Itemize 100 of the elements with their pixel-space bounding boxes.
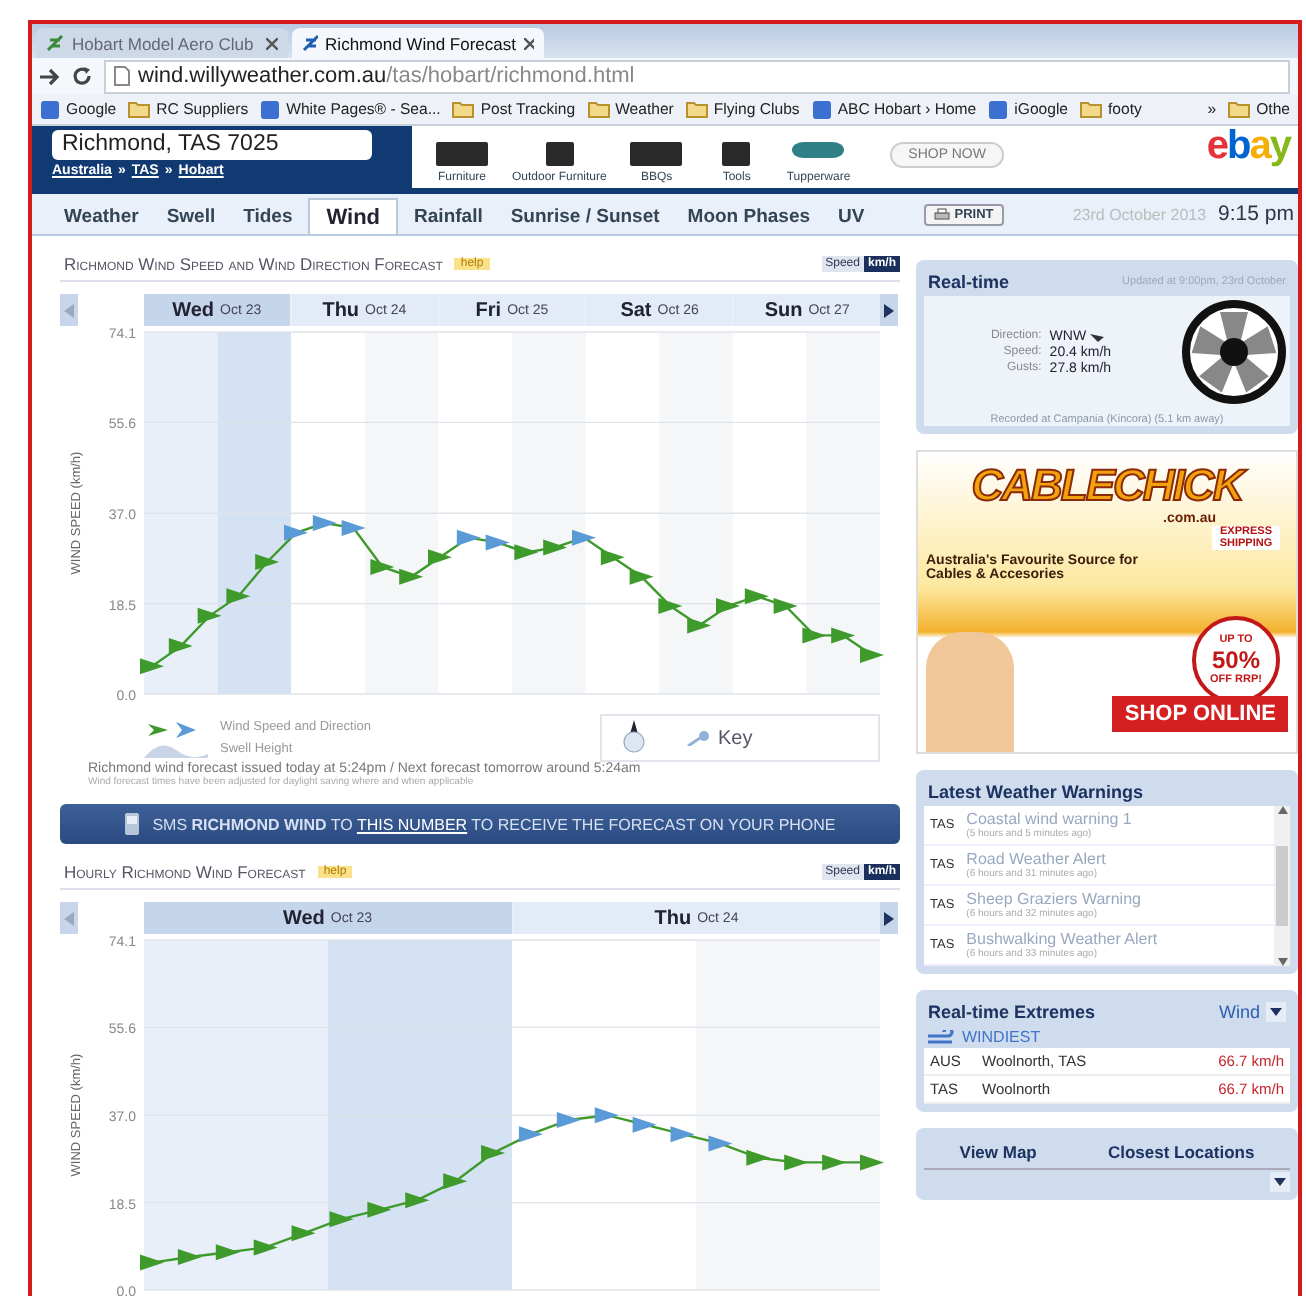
wind-arrow bbox=[632, 1116, 657, 1133]
ad-brand: CABLECHICK bbox=[969, 460, 1249, 512]
ebay-logo: ebay bbox=[1206, 126, 1290, 166]
wind-arrow bbox=[670, 1126, 695, 1143]
wind-arrow bbox=[831, 627, 856, 644]
nav-tab[interactable]: UV bbox=[826, 200, 877, 234]
site-icon bbox=[260, 99, 281, 119]
key-button[interactable]: Key bbox=[686, 727, 753, 749]
location-tab[interactable]: View Map bbox=[959, 1142, 1037, 1162]
nav-tab[interactable]: Rainfall bbox=[402, 200, 495, 234]
wind-arrow bbox=[514, 544, 539, 561]
wind-arrow bbox=[744, 588, 769, 605]
wind-arrow bbox=[716, 598, 740, 615]
sms-number-link[interactable]: THIS NUMBER bbox=[356, 815, 468, 833]
wind-arrow bbox=[773, 598, 798, 615]
favicon-icon bbox=[46, 34, 64, 52]
direction-arrow-icon bbox=[1090, 331, 1105, 341]
wind-arrow bbox=[456, 529, 481, 546]
wind-arrow bbox=[746, 1149, 771, 1166]
dropdown-button[interactable] bbox=[1266, 1002, 1286, 1022]
sms-message: SMS RICHMOND WIND TO THIS NUMBER TO RECEIVE THE FORECAST ON YOUR PHONE bbox=[152, 815, 836, 833]
site-icon bbox=[988, 99, 1009, 119]
wind-arrow bbox=[658, 598, 683, 615]
wind-dial-drawing bbox=[1178, 296, 1290, 408]
page-icon bbox=[114, 66, 130, 86]
nav-tab[interactable]: Sunrise / Sunset bbox=[498, 200, 672, 234]
right-arrow-icon bbox=[884, 303, 894, 317]
category-select[interactable]: Wind bbox=[1218, 1002, 1260, 1022]
panel-title: Real-time bbox=[928, 272, 1010, 292]
wind-arrow bbox=[140, 1254, 164, 1271]
reload-icon[interactable] bbox=[72, 66, 92, 86]
printer-icon bbox=[934, 207, 951, 221]
legend-symbols-drawing bbox=[144, 718, 208, 758]
scrollbar[interactable] bbox=[1274, 806, 1290, 966]
time-label: 9:15 pm bbox=[1216, 202, 1296, 226]
scroll-up-icon[interactable] bbox=[1277, 806, 1287, 814]
wind-arrow bbox=[687, 617, 712, 634]
shop-online-button[interactable]: SHOP ONLINE bbox=[1112, 696, 1288, 732]
wind-arrow bbox=[860, 1154, 884, 1171]
wind-arrow bbox=[481, 1145, 506, 1161]
wind-arrow bbox=[485, 534, 510, 551]
folder-icon bbox=[685, 100, 708, 118]
wind-arrow bbox=[367, 1201, 392, 1218]
wind-arrow bbox=[405, 1192, 430, 1209]
folder-icon bbox=[587, 100, 610, 118]
wind-arrow bbox=[168, 638, 193, 655]
wind-arrow bbox=[370, 559, 395, 575]
close-icon[interactable] bbox=[523, 37, 534, 49]
dropdown-button[interactable] bbox=[1270, 1171, 1290, 1191]
date-label: 23rd October 2013 bbox=[1072, 205, 1207, 223]
compass-icon bbox=[618, 720, 650, 756]
product-image bbox=[626, 142, 687, 170]
browser-tab[interactable]: Hobart Model Aero Club bbox=[36, 28, 288, 58]
wind-arrow bbox=[255, 554, 280, 571]
wind-arrow bbox=[518, 1126, 543, 1143]
nav-tab[interactable]: Wind bbox=[308, 198, 399, 234]
wind-arrow bbox=[594, 1107, 619, 1124]
category-label: WINDIEST bbox=[962, 1028, 1041, 1046]
wind-arrow bbox=[556, 1111, 581, 1128]
forward-arrow-icon[interactable] bbox=[40, 67, 60, 85]
next-button[interactable] bbox=[880, 294, 898, 326]
left-arrow-icon bbox=[64, 303, 74, 317]
location-tab[interactable]: Closest Locations bbox=[1107, 1142, 1255, 1162]
wind-arrow bbox=[802, 627, 827, 644]
site-icon bbox=[811, 99, 832, 119]
wind-arrow bbox=[226, 588, 251, 605]
wind-arrow bbox=[708, 1135, 733, 1152]
site-icon bbox=[40, 99, 60, 119]
wind-arrow bbox=[860, 646, 884, 663]
wind-arrow bbox=[399, 568, 424, 585]
folder-icon bbox=[1228, 100, 1251, 118]
wind-icon bbox=[928, 1029, 956, 1045]
nav-tab[interactable]: Tides bbox=[231, 200, 305, 234]
wind-arrow bbox=[341, 519, 366, 536]
location-field[interactable]: Richmond, TAS 7025 bbox=[52, 130, 372, 160]
folder-icon bbox=[452, 100, 475, 118]
wind-arrow bbox=[784, 1154, 809, 1171]
chart-title: Richmond Wind Speed and Wind Direction Forecast bbox=[64, 254, 443, 274]
wind-arrow bbox=[572, 529, 596, 546]
caret-icon bbox=[1274, 1177, 1286, 1185]
nav-tab[interactable]: Swell bbox=[154, 200, 228, 234]
wind-arrow bbox=[291, 1225, 316, 1242]
nav-tab[interactable]: Weather bbox=[52, 200, 151, 234]
wind-arrow bbox=[629, 568, 654, 585]
folder-icon bbox=[1080, 100, 1103, 118]
address-bar[interactable]: wind.willyweather.com.au/tas/hobart/richmond.html bbox=[104, 59, 1290, 93]
wind-arrow bbox=[543, 539, 568, 556]
browser-tab[interactable]: Richmond Wind Forecast bbox=[292, 28, 544, 58]
wind-arrow bbox=[140, 658, 164, 675]
nav-tab[interactable]: Moon Phases bbox=[675, 200, 823, 234]
phone-icon bbox=[124, 812, 141, 836]
cartoon-placeholder bbox=[926, 632, 1014, 752]
wind-arrow bbox=[428, 549, 452, 566]
wind-arrow bbox=[197, 607, 222, 624]
next-button[interactable] bbox=[880, 902, 898, 934]
chart-title: Hourly Richmond Wind Forecast bbox=[64, 862, 306, 882]
product-image bbox=[432, 142, 492, 170]
scroll-down-icon[interactable] bbox=[1277, 958, 1287, 966]
close-icon[interactable] bbox=[266, 37, 278, 49]
wind-arrow bbox=[284, 524, 308, 541]
